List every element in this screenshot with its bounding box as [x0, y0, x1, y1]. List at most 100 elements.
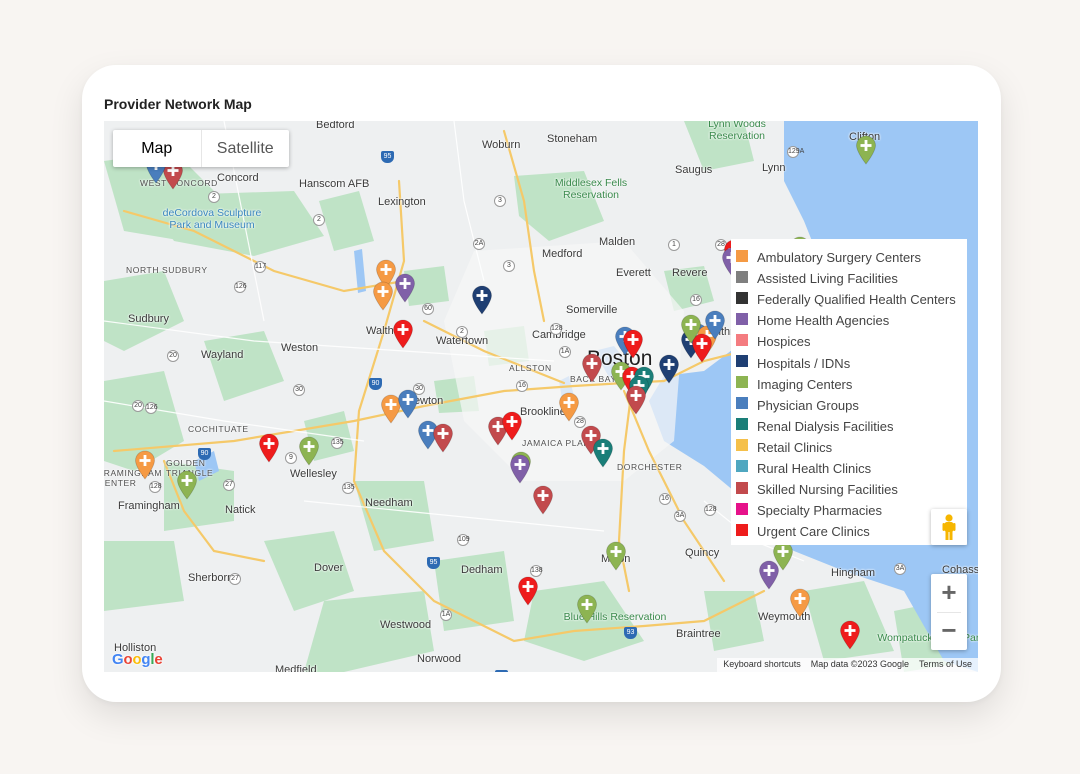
highway-shield: 20: [167, 350, 179, 362]
highway-shield: 93: [624, 627, 637, 639]
provider-marker[interactable]: [772, 541, 794, 571]
provider-marker[interactable]: [576, 594, 598, 624]
legend-item: Home Health Agencies: [736, 310, 967, 331]
provider-network-map[interactable]: Bedford Woburn Stoneham Lynn Woods Reservat…: [104, 121, 978, 672]
highway-shield: 135: [331, 437, 344, 449]
provider-marker[interactable]: [471, 285, 493, 315]
highway-shield: 30: [293, 384, 305, 396]
terms-of-use-link[interactable]: Terms of Use: [919, 659, 972, 672]
highway-shield: 109: [457, 534, 470, 546]
zoom-separator: [937, 612, 961, 613]
provider-marker[interactable]: [509, 454, 531, 484]
provider-marker[interactable]: [605, 541, 627, 571]
legend-swatch: [736, 460, 748, 473]
place-label: Lynn: [762, 162, 786, 174]
place-label: ALLSTON: [509, 363, 552, 373]
provider-marker[interactable]: [625, 385, 647, 415]
provider-marker[interactable]: [176, 470, 198, 500]
legend-item: Skilled Nursing Facilities: [736, 479, 967, 500]
highway-shield: 126: [145, 402, 158, 414]
provider-marker[interactable]: [394, 273, 416, 303]
legend-item: Rural Health Clinics: [736, 458, 967, 479]
place-label: Saugus: [675, 164, 713, 176]
provider-marker[interactable]: [397, 389, 419, 419]
legend-item: Physician Groups: [736, 395, 967, 416]
place-label: COCHITUATE: [188, 424, 249, 434]
provider-marker[interactable]: [392, 319, 414, 349]
legend-label: Renal Dialysis Facilities: [757, 418, 894, 434]
place-label: Sudbury: [128, 313, 169, 325]
highway-shield: 3: [503, 260, 515, 272]
highway-shield: 1A: [559, 346, 571, 358]
place-label: Weston: [281, 342, 319, 354]
place-label: Lexington: [378, 196, 426, 208]
legend-item: Renal Dialysis Facilities: [736, 416, 967, 437]
zoom-in-button[interactable]: +: [931, 574, 967, 612]
legend-item: Retail Clinics: [736, 437, 967, 458]
place-label: Bedford: [316, 121, 355, 131]
highway-shield: 117: [254, 261, 266, 273]
map-card: Provider Network Map Bedford Woburn Ston…: [82, 65, 1001, 702]
legend-label: Physician Groups: [757, 397, 859, 413]
provider-marker[interactable]: [532, 485, 554, 515]
legend-item: Imaging Centers: [736, 374, 967, 395]
provider-marker[interactable]: [658, 354, 680, 384]
provider-marker[interactable]: [581, 353, 603, 383]
legend-item: Ambulatory Surgery Centers: [736, 247, 967, 268]
legend-label: Specialty Pharmacies: [757, 503, 882, 519]
card-title: Provider Network Map: [104, 96, 252, 112]
provider-marker[interactable]: [789, 588, 811, 618]
legend-label: Assisted Living Facilities: [757, 271, 898, 287]
place-label: Needham: [365, 497, 413, 509]
place-label: Wellesley: [290, 468, 337, 480]
provider-marker[interactable]: [558, 392, 580, 422]
map-type-satellite-button[interactable]: Satellite: [202, 130, 290, 167]
highway-shield: 2: [456, 326, 468, 338]
provider-marker[interactable]: [258, 433, 280, 463]
google-logo[interactable]: Google: [112, 651, 163, 668]
provider-marker[interactable]: [134, 450, 156, 480]
highway-shield: 1: [668, 239, 680, 251]
place-label: Quincy: [685, 547, 720, 559]
provider-marker[interactable]: [855, 135, 877, 165]
provider-marker[interactable]: [501, 411, 523, 441]
provider-marker[interactable]: [704, 310, 726, 340]
provider-marker[interactable]: [839, 620, 861, 650]
highway-shield: 135: [342, 482, 355, 494]
place-label: Dover: [314, 562, 344, 574]
legend-swatch: [736, 502, 748, 515]
place-label: Braintree: [676, 628, 721, 640]
provider-marker[interactable]: [680, 314, 702, 344]
place-label: Westwood: [380, 619, 432, 631]
place-label: Framingham: [118, 500, 180, 512]
provider-marker[interactable]: [592, 438, 614, 468]
highway-shield: 128: [149, 481, 162, 493]
legend-item: Federally Qualified Health Centers: [736, 289, 967, 310]
highway-shield: 60: [422, 303, 434, 315]
place-label: Concord: [217, 172, 259, 184]
legend-swatch: [736, 291, 748, 304]
highway-shield: 3A: [674, 510, 686, 522]
zoom-control: + −: [931, 574, 967, 650]
highway-shield: 27: [229, 573, 241, 585]
legend-label: Urgent Care Clinics: [757, 524, 870, 540]
highway-shield: 27: [223, 479, 235, 491]
keyboard-shortcuts-link[interactable]: Keyboard shortcuts: [723, 659, 801, 672]
provider-marker[interactable]: [622, 329, 644, 359]
legend-swatch: [736, 249, 748, 262]
provider-marker[interactable]: [432, 423, 454, 453]
zoom-out-button[interactable]: −: [931, 612, 967, 650]
highway-shield: 90: [369, 378, 382, 390]
place-label: Medfield: [275, 664, 317, 672]
highway-shield: 2: [208, 191, 220, 203]
highway-shield: 3A: [894, 563, 906, 575]
place-label: Wayland: [201, 349, 244, 361]
map-type-map-button[interactable]: Map: [113, 130, 202, 167]
street-view-button[interactable]: [931, 509, 967, 545]
map-attribution: Keyboard shortcuts Map data ©2023 Google…: [717, 658, 978, 672]
provider-marker[interactable]: [517, 576, 539, 606]
provider-marker[interactable]: [372, 281, 394, 311]
provider-marker[interactable]: [298, 436, 320, 466]
place-label: Everett: [616, 267, 651, 279]
place-label: Lynn Woods Reservation: [708, 121, 766, 142]
